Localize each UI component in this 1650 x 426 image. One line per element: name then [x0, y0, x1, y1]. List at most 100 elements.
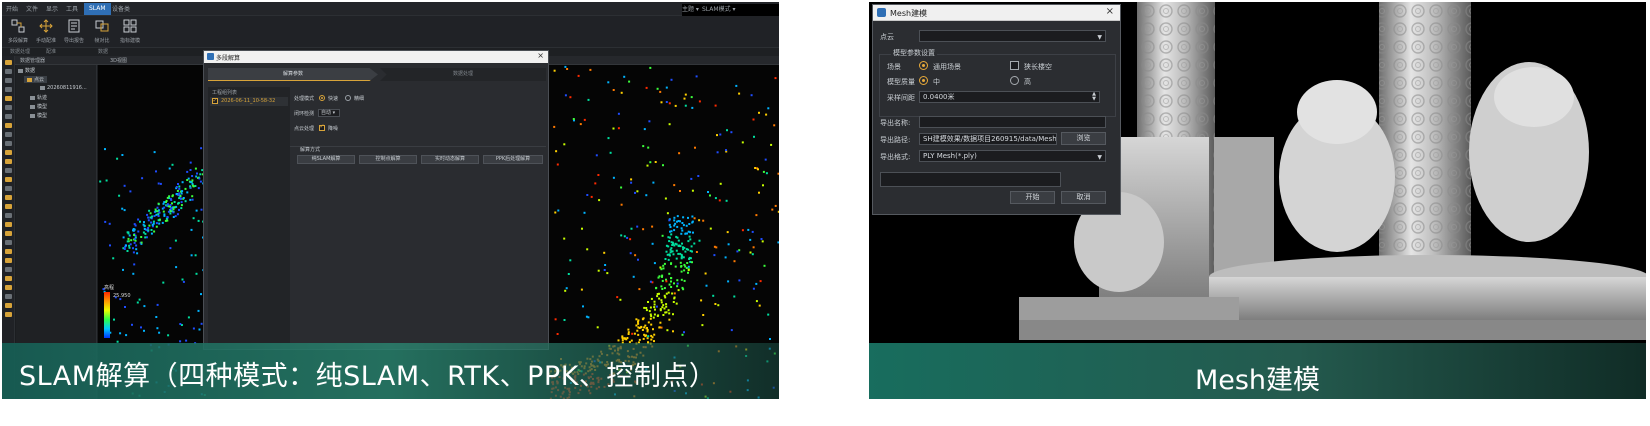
point-sample	[751, 253, 754, 256]
pointcloud-select[interactable]: ▼	[919, 30, 1106, 42]
tool-icon[interactable]	[4, 195, 12, 200]
menu-device[interactable]: 设备类	[112, 4, 130, 13]
export-report-tool[interactable]: 导出报告	[61, 19, 87, 44]
step-data-processing[interactable]: 数据处理	[380, 68, 546, 81]
multi-solve-icon	[11, 19, 25, 33]
tree-node[interactable]: 模型	[30, 112, 47, 119]
tool-icon[interactable]	[4, 213, 12, 218]
tree-node[interactable]: 20260811916...	[40, 85, 87, 91]
tool-icon[interactable]	[4, 69, 12, 74]
menu-file[interactable]: 文件	[26, 4, 38, 13]
start-button[interactable]: 开始	[1010, 191, 1055, 204]
point-sample	[741, 229, 744, 232]
tool-icon[interactable]	[4, 141, 12, 146]
mode-fine-radio[interactable]	[345, 95, 351, 101]
denoise-checkbox[interactable]	[319, 123, 325, 131]
tool-icon[interactable]	[4, 267, 12, 272]
point-sample	[166, 203, 169, 206]
tool-icon[interactable]	[4, 78, 12, 83]
close-icon[interactable]: ×	[1106, 6, 1114, 17]
step-solve-params[interactable]: 解算参数	[208, 68, 378, 81]
frame-compare-tool[interactable]: 帧对比	[89, 19, 115, 44]
point-sample	[761, 240, 764, 243]
tool-icon[interactable]	[4, 204, 12, 209]
tree-node[interactable]: 轨迹	[30, 94, 47, 101]
tool-icon[interactable]	[4, 96, 12, 101]
quality-high-radio[interactable]	[1010, 76, 1019, 85]
ppk-button[interactable]: PPK后处理解算	[483, 155, 543, 164]
tool-icon[interactable]	[4, 258, 12, 263]
point-sample	[702, 219, 705, 222]
tool-icon[interactable]	[4, 240, 12, 245]
menu-slam[interactable]: SLAM	[84, 3, 111, 15]
tool-icon[interactable]	[4, 312, 12, 317]
point-sample	[621, 339, 624, 342]
browse-button[interactable]: 浏览	[1061, 132, 1106, 145]
point-sample	[637, 258, 639, 261]
point-sample	[580, 288, 583, 291]
mode-fast-radio[interactable]	[319, 95, 325, 101]
tool-icon[interactable]	[4, 186, 12, 191]
tool-icon[interactable]	[4, 222, 12, 227]
tool-icon[interactable]	[4, 294, 12, 299]
sample-spinbox[interactable]: 0.0400米 ▲ ▼	[919, 91, 1100, 103]
export-path-input[interactable]: SH建模效果/数据项目260915/data/Mesh/	[919, 133, 1057, 145]
point-sample	[762, 170, 765, 173]
tree-node[interactable]: 模型	[30, 103, 47, 110]
project-row[interactable]: 2026-06-11_10-58-32	[210, 96, 288, 106]
tool-icon[interactable]	[4, 303, 12, 308]
tool-icon[interactable]	[4, 87, 12, 92]
tool-icon[interactable]	[4, 105, 12, 110]
tool-icon[interactable]	[4, 114, 12, 119]
tab-data-manager[interactable]: 数据管理器	[20, 57, 45, 64]
multi-solve-tool[interactable]: 多段解算	[5, 19, 31, 44]
index-model-tool[interactable]: 指标建模	[117, 19, 143, 44]
export-name-input[interactable]	[919, 116, 1106, 128]
tool-icon[interactable]	[4, 60, 12, 65]
tab-3d-view[interactable]: 3D视图	[110, 57, 127, 64]
point-sample	[684, 250, 687, 253]
point-sample	[181, 278, 184, 281]
project-checkbox[interactable]	[212, 96, 218, 105]
tool-icon[interactable]	[4, 285, 12, 290]
point-sample	[174, 239, 177, 242]
tree-node-selected[interactable]: 点云	[24, 76, 48, 83]
control-point-button[interactable]: 控制点解算	[359, 155, 417, 164]
tool-icon[interactable]	[4, 276, 12, 281]
spin-arrows-icon[interactable]: ▲ ▼	[1092, 92, 1096, 102]
lion-head	[1297, 80, 1377, 144]
tool-icon[interactable]	[4, 150, 12, 155]
tool-icon[interactable]	[4, 132, 12, 137]
point-sample	[653, 340, 655, 343]
point-sample	[586, 248, 589, 251]
export-format-select[interactable]: PLY Mesh(*.ply) ▼	[919, 150, 1106, 162]
manual-register-tool[interactable]: 手动配准	[33, 19, 59, 44]
loop-select[interactable]: 自动 ▾	[318, 109, 340, 117]
tree-node[interactable]: 数据	[18, 67, 35, 74]
tool-icon[interactable]	[4, 123, 12, 128]
pure-slam-button[interactable]: 纯SLAM解算	[297, 155, 355, 164]
tool-icon[interactable]	[4, 249, 12, 254]
point-sample	[645, 307, 648, 309]
tool-icon[interactable]	[4, 177, 12, 182]
point-sample	[738, 249, 741, 252]
report-icon	[68, 19, 80, 33]
scene-long-checkbox[interactable]	[1010, 61, 1019, 70]
quality-mid-radio[interactable]	[919, 76, 928, 85]
close-icon[interactable]: ×	[537, 51, 544, 60]
menu-display[interactable]: 显示	[46, 4, 58, 13]
point-sample	[627, 328, 630, 331]
tool-icon[interactable]	[4, 168, 12, 173]
menu-tools[interactable]: 工具	[66, 4, 78, 13]
point-sample	[755, 214, 758, 217]
tool-icon[interactable]	[4, 231, 12, 236]
rtk-button[interactable]: 实时动态解算	[421, 155, 479, 164]
scene-label: 场景	[887, 63, 901, 71]
tool-icon[interactable]	[4, 159, 12, 164]
scene-general-radio[interactable]	[919, 61, 928, 70]
menu-start[interactable]: 开始	[6, 4, 18, 13]
point-sample	[663, 262, 666, 265]
project-list-header: 工程组列表	[212, 90, 238, 96]
cancel-button[interactable]: 取消	[1061, 191, 1106, 204]
point-sample	[143, 228, 146, 230]
